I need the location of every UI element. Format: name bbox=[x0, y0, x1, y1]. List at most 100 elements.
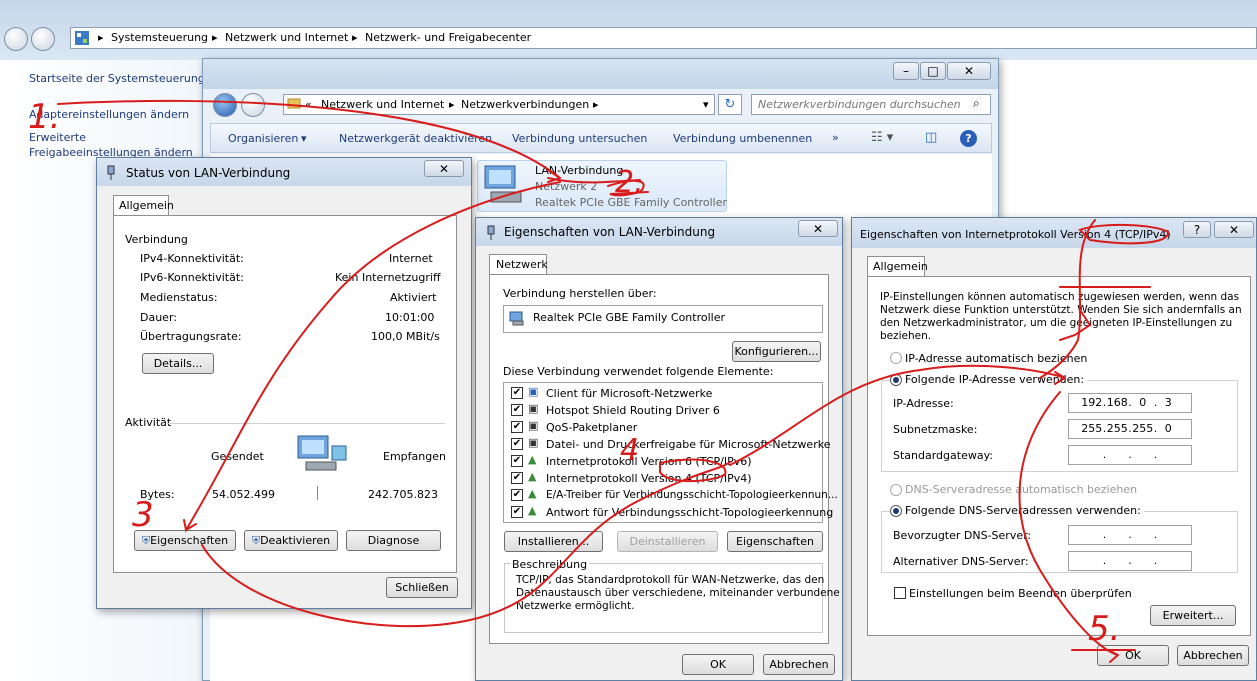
item-checkbox[interactable]: ✔ bbox=[511, 506, 523, 518]
properties-button[interactable]: ⛨Eigenschaften bbox=[134, 530, 236, 551]
ip-address-input[interactable]: 192.168. 0. 3 bbox=[1068, 393, 1192, 413]
item-checkbox[interactable]: ✔ bbox=[511, 489, 523, 501]
driver-icon: ▣ bbox=[528, 402, 539, 415]
list-item-ipv4[interactable]: Internetprotokoll Version 4 (TCP/IPv4) bbox=[546, 472, 752, 485]
toolbar-diagnose[interactable]: Verbindung untersuchen bbox=[512, 132, 647, 145]
chevron-down-icon[interactable]: ▾ bbox=[703, 98, 709, 111]
uninstall-button[interactable]: Deinstallieren bbox=[617, 531, 718, 552]
configure-button[interactable]: Konfigurieren... bbox=[732, 341, 821, 362]
received-label: Empfangen bbox=[383, 450, 446, 463]
list-item[interactable]: E/A-Treiber für Verbindungsschicht-Topol… bbox=[546, 489, 838, 501]
refresh-button[interactable]: ↻ bbox=[718, 94, 742, 115]
disable-button-label: Deaktivieren bbox=[260, 534, 331, 547]
radio-auto-dns[interactable] bbox=[890, 484, 902, 496]
properties-button[interactable]: Eigenschaften bbox=[727, 531, 823, 552]
nc-back-button[interactable] bbox=[213, 93, 237, 117]
close-button[interactable]: ✕ bbox=[798, 220, 838, 237]
intro-text: beziehen. bbox=[880, 330, 932, 342]
shield-icon: ⛨ bbox=[141, 534, 151, 547]
advanced-button[interactable]: Erweitert... bbox=[1150, 605, 1236, 626]
install-button[interactable]: Installieren... bbox=[504, 531, 603, 552]
service-icon: ▣ bbox=[528, 419, 539, 432]
list-item[interactable]: Antwort für Verbindungsschicht-Topologie… bbox=[546, 506, 833, 519]
list-item[interactable]: Datei- und Druckerfreigabe für Microsoft… bbox=[546, 438, 830, 451]
toolbar-organize[interactable]: Organisieren bbox=[228, 132, 298, 145]
list-item[interactable]: QoS-Paketplaner bbox=[546, 421, 637, 434]
item-checkbox[interactable]: ✔ bbox=[511, 455, 523, 467]
item-checkbox[interactable]: ✔ bbox=[511, 387, 523, 399]
breadcrumb-item[interactable]: Netzwerk und Internet bbox=[225, 31, 348, 44]
intro-text: den Netzwerkadministrator, um die geeign… bbox=[880, 317, 1233, 329]
minimize-button[interactable]: – bbox=[893, 62, 919, 80]
description-text: Netzwerke ermöglicht. bbox=[516, 600, 635, 612]
breadcrumb-overflow[interactable]: « bbox=[305, 98, 312, 111]
toolbar-rename[interactable]: Verbindung umbenennen bbox=[673, 132, 812, 145]
help-button[interactable]: ? bbox=[1183, 221, 1211, 238]
radio-auto-ip[interactable] bbox=[890, 352, 902, 364]
radio-manual-ip[interactable] bbox=[890, 374, 902, 386]
cancel-button[interactable]: Abbrechen bbox=[1177, 645, 1249, 666]
sidebar-link-adapter-settings[interactable]: Adaptereinstellungen ändern bbox=[29, 108, 189, 121]
toolbar-disable-device[interactable]: Netzwerkgerät deaktivieren bbox=[339, 132, 492, 145]
forward-button[interactable] bbox=[31, 27, 55, 51]
breadcrumb-item[interactable]: Systemsteuerung bbox=[111, 31, 208, 44]
control-panel-icon bbox=[75, 31, 89, 45]
nc-breadcrumb-item[interactable]: Netzwerk und Internet bbox=[321, 98, 444, 111]
cancel-button[interactable]: Abbrechen bbox=[763, 654, 835, 675]
maximize-button[interactable]: □ bbox=[920, 62, 946, 80]
diagnose-button[interactable]: Diagnose bbox=[346, 530, 441, 551]
subnet-mask-input[interactable]: 255.255.255. 0 bbox=[1068, 419, 1192, 439]
radio-manual-dns[interactable] bbox=[890, 505, 902, 517]
preview-pane-icon[interactable]: ◫ bbox=[925, 130, 937, 145]
alternate-dns-input[interactable]: ... bbox=[1068, 551, 1192, 571]
toolbar-more[interactable]: » bbox=[832, 131, 839, 144]
close-button[interactable]: ✕ bbox=[1214, 221, 1254, 238]
close-dialog-button[interactable]: Schließen bbox=[386, 577, 458, 598]
adapter-name: Realtek PCIe GBE Family Controller bbox=[533, 311, 726, 324]
shield-icon: ⛨ bbox=[251, 534, 261, 547]
list-item[interactable]: Hotspot Shield Routing Driver 6 bbox=[546, 404, 720, 417]
help-icon[interactable]: ? bbox=[960, 130, 977, 147]
close-button[interactable]: ✕ bbox=[424, 160, 464, 177]
search-icon[interactable]: ⌕ bbox=[973, 96, 980, 111]
item-checkbox[interactable]: ✔ bbox=[511, 404, 523, 416]
sidebar-link-advanced[interactable]: Erweiterte bbox=[29, 131, 86, 144]
bytes-received: 242.705.823 bbox=[368, 488, 438, 501]
ok-button[interactable]: OK bbox=[682, 654, 754, 675]
protocol-icon: ▲ bbox=[528, 504, 537, 517]
item-checkbox[interactable]: ✔ bbox=[511, 421, 523, 433]
section-activity: Aktivität bbox=[125, 416, 172, 429]
row-value: Kein Internetzugriff bbox=[335, 271, 441, 284]
breadcrumb-item[interactable]: Netzwerk- und Freigabecenter bbox=[365, 31, 531, 44]
nc-breadcrumb-item[interactable]: Netzwerkverbindungen bbox=[461, 98, 589, 111]
list-item[interactable]: Internetprotokoll Version 6 (TCP/IPv6) bbox=[546, 455, 752, 468]
sidebar-link-home[interactable]: Startseite der Systemsteuerung bbox=[29, 72, 205, 85]
description-label: Beschreibung bbox=[510, 558, 590, 571]
lan-properties-dialog: Eigenschaften von LAN-Verbindung ✕ Netzw… bbox=[475, 217, 843, 681]
validate-checkbox[interactable] bbox=[894, 587, 906, 599]
ok-button[interactable]: OK bbox=[1097, 645, 1169, 666]
row-value: 10:01:00 bbox=[385, 311, 435, 324]
section-connection: Verbindung bbox=[125, 233, 188, 246]
connect-using-label: Verbindung herstellen über: bbox=[503, 287, 657, 300]
network-computers-icon bbox=[297, 435, 347, 471]
network-plug-icon bbox=[487, 225, 495, 240]
gateway-input[interactable]: ... bbox=[1068, 445, 1192, 465]
view-options-icon[interactable]: ☷ ▾ bbox=[871, 130, 893, 145]
details-button[interactable]: Details... bbox=[142, 353, 214, 374]
network-adapter-icon bbox=[484, 165, 522, 203]
preferred-dns-input[interactable]: ... bbox=[1068, 525, 1192, 545]
disable-button[interactable]: ⛨Deaktivieren bbox=[244, 530, 338, 551]
nc-search-placeholder: Netzwerkverbindungen durchsuchen bbox=[758, 98, 961, 111]
nc-forward-button[interactable] bbox=[241, 93, 265, 117]
list-item[interactable]: Client für Microsoft-Netzwerke bbox=[546, 387, 712, 400]
back-button[interactable] bbox=[4, 27, 28, 51]
item-checkbox[interactable]: ✔ bbox=[511, 438, 523, 450]
tab-general-label: Allgemein bbox=[119, 199, 174, 212]
status-title: Status von LAN-Verbindung bbox=[126, 166, 291, 180]
close-button[interactable]: ✕ bbox=[947, 62, 991, 80]
status-dialog: Status von LAN-Verbindung ✕ Allgemein Ve… bbox=[96, 157, 472, 609]
validate-label: Einstellungen beim Beenden überprüfen bbox=[909, 587, 1132, 600]
row-value: Aktiviert bbox=[390, 291, 437, 304]
item-checkbox[interactable]: ✔ bbox=[511, 472, 523, 484]
